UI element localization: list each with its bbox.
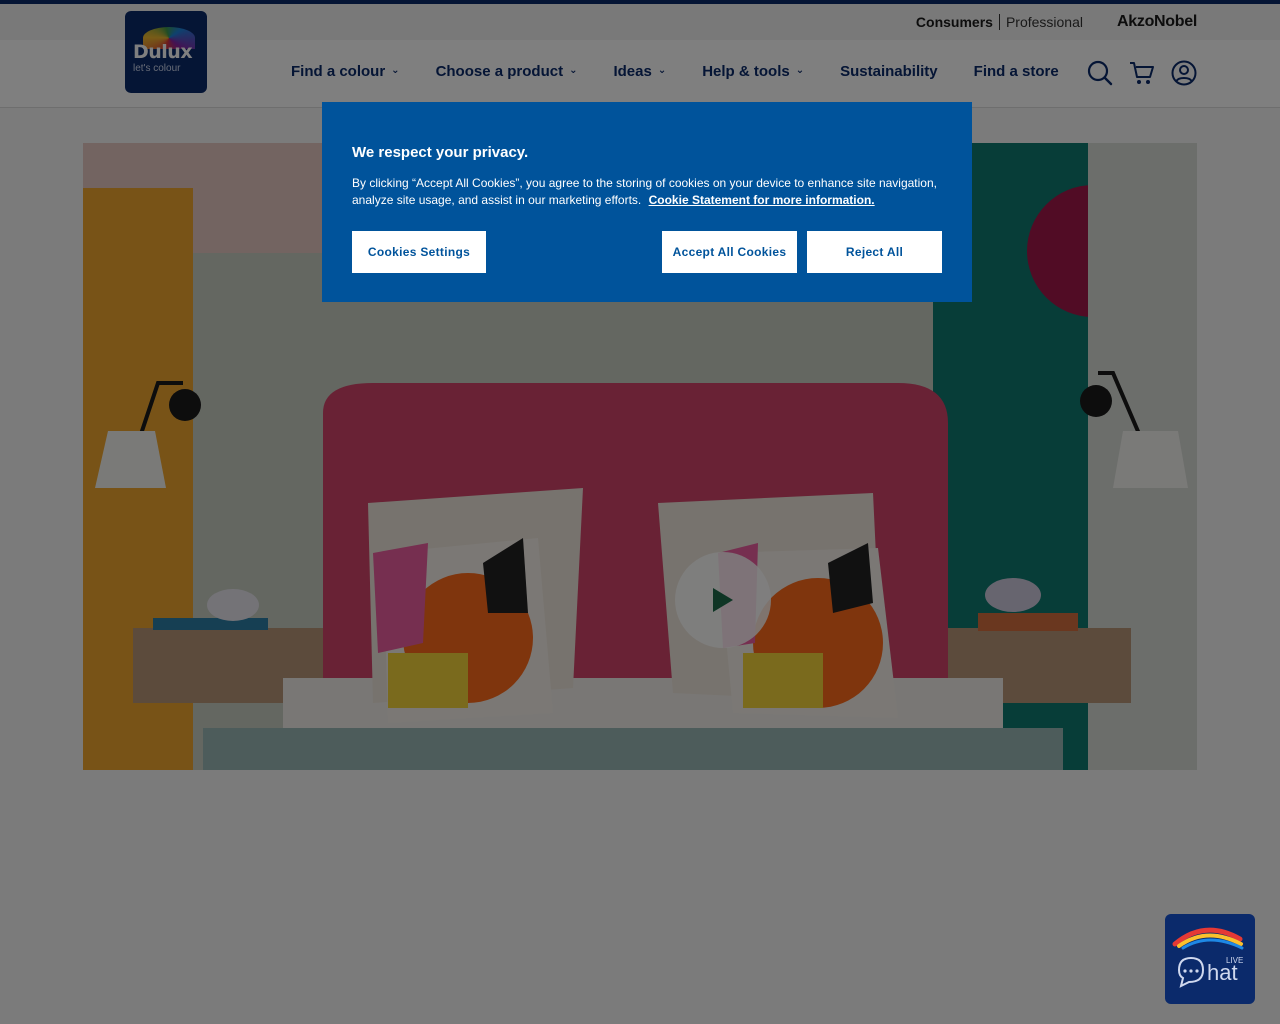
accept-all-cookies-button[interactable]: Accept All Cookies: [662, 231, 797, 273]
cookies-settings-button[interactable]: Cookies Settings: [352, 231, 486, 273]
chat-label: hat: [1207, 960, 1238, 985]
cookie-consent-banner: We respect your privacy. By clicking “Ac…: [322, 102, 972, 302]
live-chat-widget[interactable]: LIVE hat: [1165, 914, 1255, 1004]
live-chat-icon: LIVE hat: [1172, 927, 1244, 988]
cookie-statement-link[interactable]: Cookie Statement for more information.: [649, 193, 875, 207]
reject-all-button[interactable]: Reject All: [807, 231, 942, 273]
cookie-banner-title: We respect your privacy.: [352, 144, 529, 161]
cookie-banner-text: By clicking “Accept All Cookies”, you ag…: [352, 175, 942, 209]
